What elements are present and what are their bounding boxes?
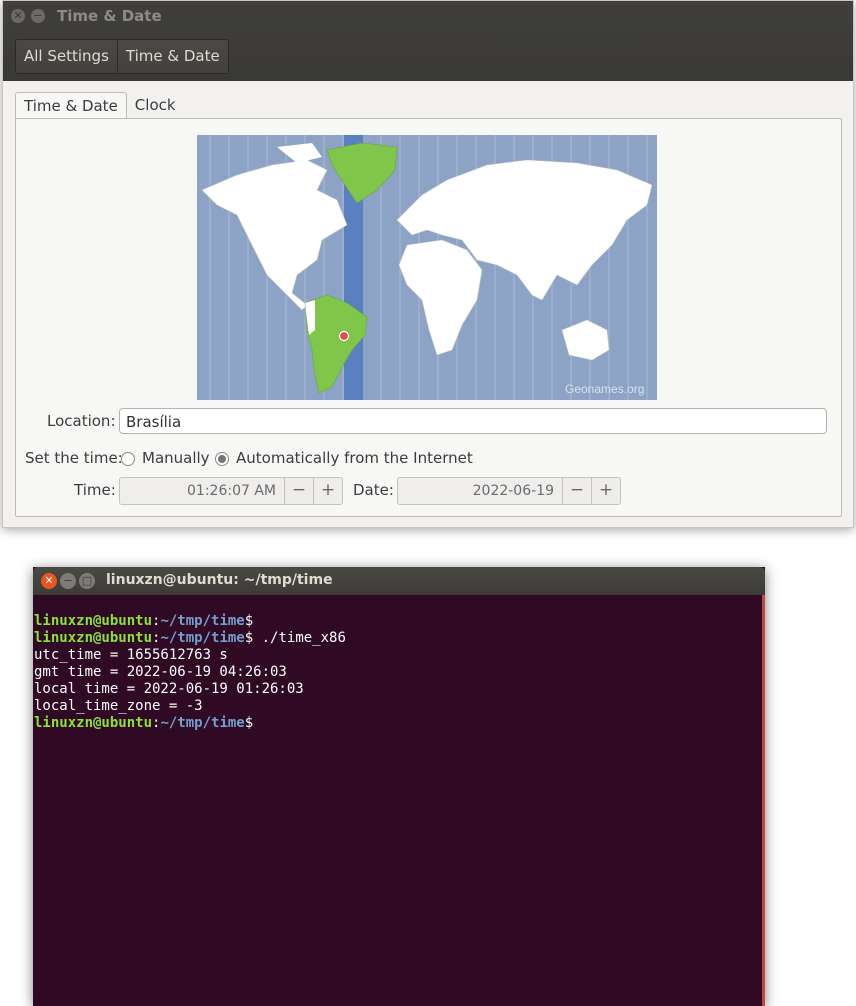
radio-manually[interactable] xyxy=(121,452,135,466)
breadcrumb: All Settings Time & Date xyxy=(15,39,229,74)
time-value[interactable]: 01:26:07 AM xyxy=(120,478,284,504)
radio-automatic[interactable] xyxy=(215,452,229,466)
terminal-output-line: local time = 2022-06-19 01:26:03 xyxy=(34,681,304,697)
date-label: Date: xyxy=(353,481,394,499)
settings-window: ✕ − Time & Date All Settings Time & Date… xyxy=(2,0,854,528)
terminal-output-line: gmt time = 2022-06-19 04:26:03 xyxy=(34,664,287,680)
terminal-title: linuxzn@ubuntu: ~/tmp/time xyxy=(106,572,333,588)
close-icon[interactable]: ✕ xyxy=(11,9,25,23)
location-label: Location: xyxy=(47,412,116,430)
minimize-icon[interactable]: − xyxy=(60,573,76,589)
radio-manually-label[interactable]: Manually xyxy=(142,449,210,467)
prompt-command: $ xyxy=(244,715,254,731)
prompt-command: $ xyxy=(244,613,254,629)
prompt-path: ~/tmp/time xyxy=(160,715,245,731)
prompt-path: ~/tmp/time xyxy=(160,630,245,646)
terminal-window: ✕ − □ linuxzn@ubuntu: ~/tmp/time linuxzn… xyxy=(33,567,765,1006)
terminal-prompt-line: linuxzn@ubuntu:~/tmp/time$ xyxy=(34,613,346,630)
breadcrumb-all-settings[interactable]: All Settings xyxy=(16,40,118,73)
set-time-label: Set the time: xyxy=(25,449,123,467)
terminal-output-line: utc_time = 1655612763 s xyxy=(34,647,228,663)
prompt-path: ~/tmp/time xyxy=(160,613,245,629)
tab-bar: Time & Date Clock xyxy=(15,92,184,120)
minimize-icon[interactable]: − xyxy=(31,9,45,23)
terminal-prompt-line: linuxzn@ubuntu:~/tmp/time$ xyxy=(34,715,346,732)
time-label: Time: xyxy=(74,481,116,499)
prompt-command: $ ./time_x86 xyxy=(244,630,346,646)
time-spinner: 01:26:07 AM − + xyxy=(119,477,343,505)
prompt-user: linuxzn@ubuntu xyxy=(34,613,153,629)
location-pin-icon xyxy=(338,330,350,342)
radio-automatic-label[interactable]: Automatically from the Internet xyxy=(236,449,473,467)
prompt-user: linuxzn@ubuntu xyxy=(34,630,153,646)
terminal-edge xyxy=(762,595,765,1006)
date-spinner: 2022-06-19 − + xyxy=(397,477,621,505)
close-icon[interactable]: ✕ xyxy=(41,573,57,589)
terminal-output-line: local_time_zone = -3 xyxy=(34,698,203,714)
date-value[interactable]: 2022-06-19 xyxy=(398,478,562,504)
breadcrumb-time-date[interactable]: Time & Date xyxy=(117,40,228,73)
time-increment-button[interactable]: + xyxy=(313,478,342,504)
terminal-title-bar: ✕ − □ linuxzn@ubuntu: ~/tmp/time xyxy=(33,567,765,595)
timezone-map[interactable]: Geonames.org xyxy=(197,135,657,400)
terminal-output[interactable]: linuxzn@ubuntu:~/tmp/time$ linuxzn@ubuntu… xyxy=(34,613,346,732)
map-credit: Geonames.org xyxy=(565,382,644,396)
title-bar: ✕ − Time & Date All Settings Time & Date xyxy=(3,1,853,81)
time-decrement-button[interactable]: − xyxy=(284,478,313,504)
terminal-prompt-line: linuxzn@ubuntu:~/tmp/time$ ./time_x86 xyxy=(34,630,346,647)
date-increment-button[interactable]: + xyxy=(591,478,620,504)
maximize-icon[interactable]: □ xyxy=(79,573,95,589)
prompt-user: linuxzn@ubuntu xyxy=(34,715,153,731)
date-decrement-button[interactable]: − xyxy=(562,478,591,504)
location-input[interactable]: Brasília xyxy=(119,408,827,434)
window-title: Time & Date xyxy=(57,7,162,25)
tab-clock[interactable]: Clock xyxy=(127,92,184,118)
tab-time-date[interactable]: Time & Date xyxy=(15,92,127,120)
